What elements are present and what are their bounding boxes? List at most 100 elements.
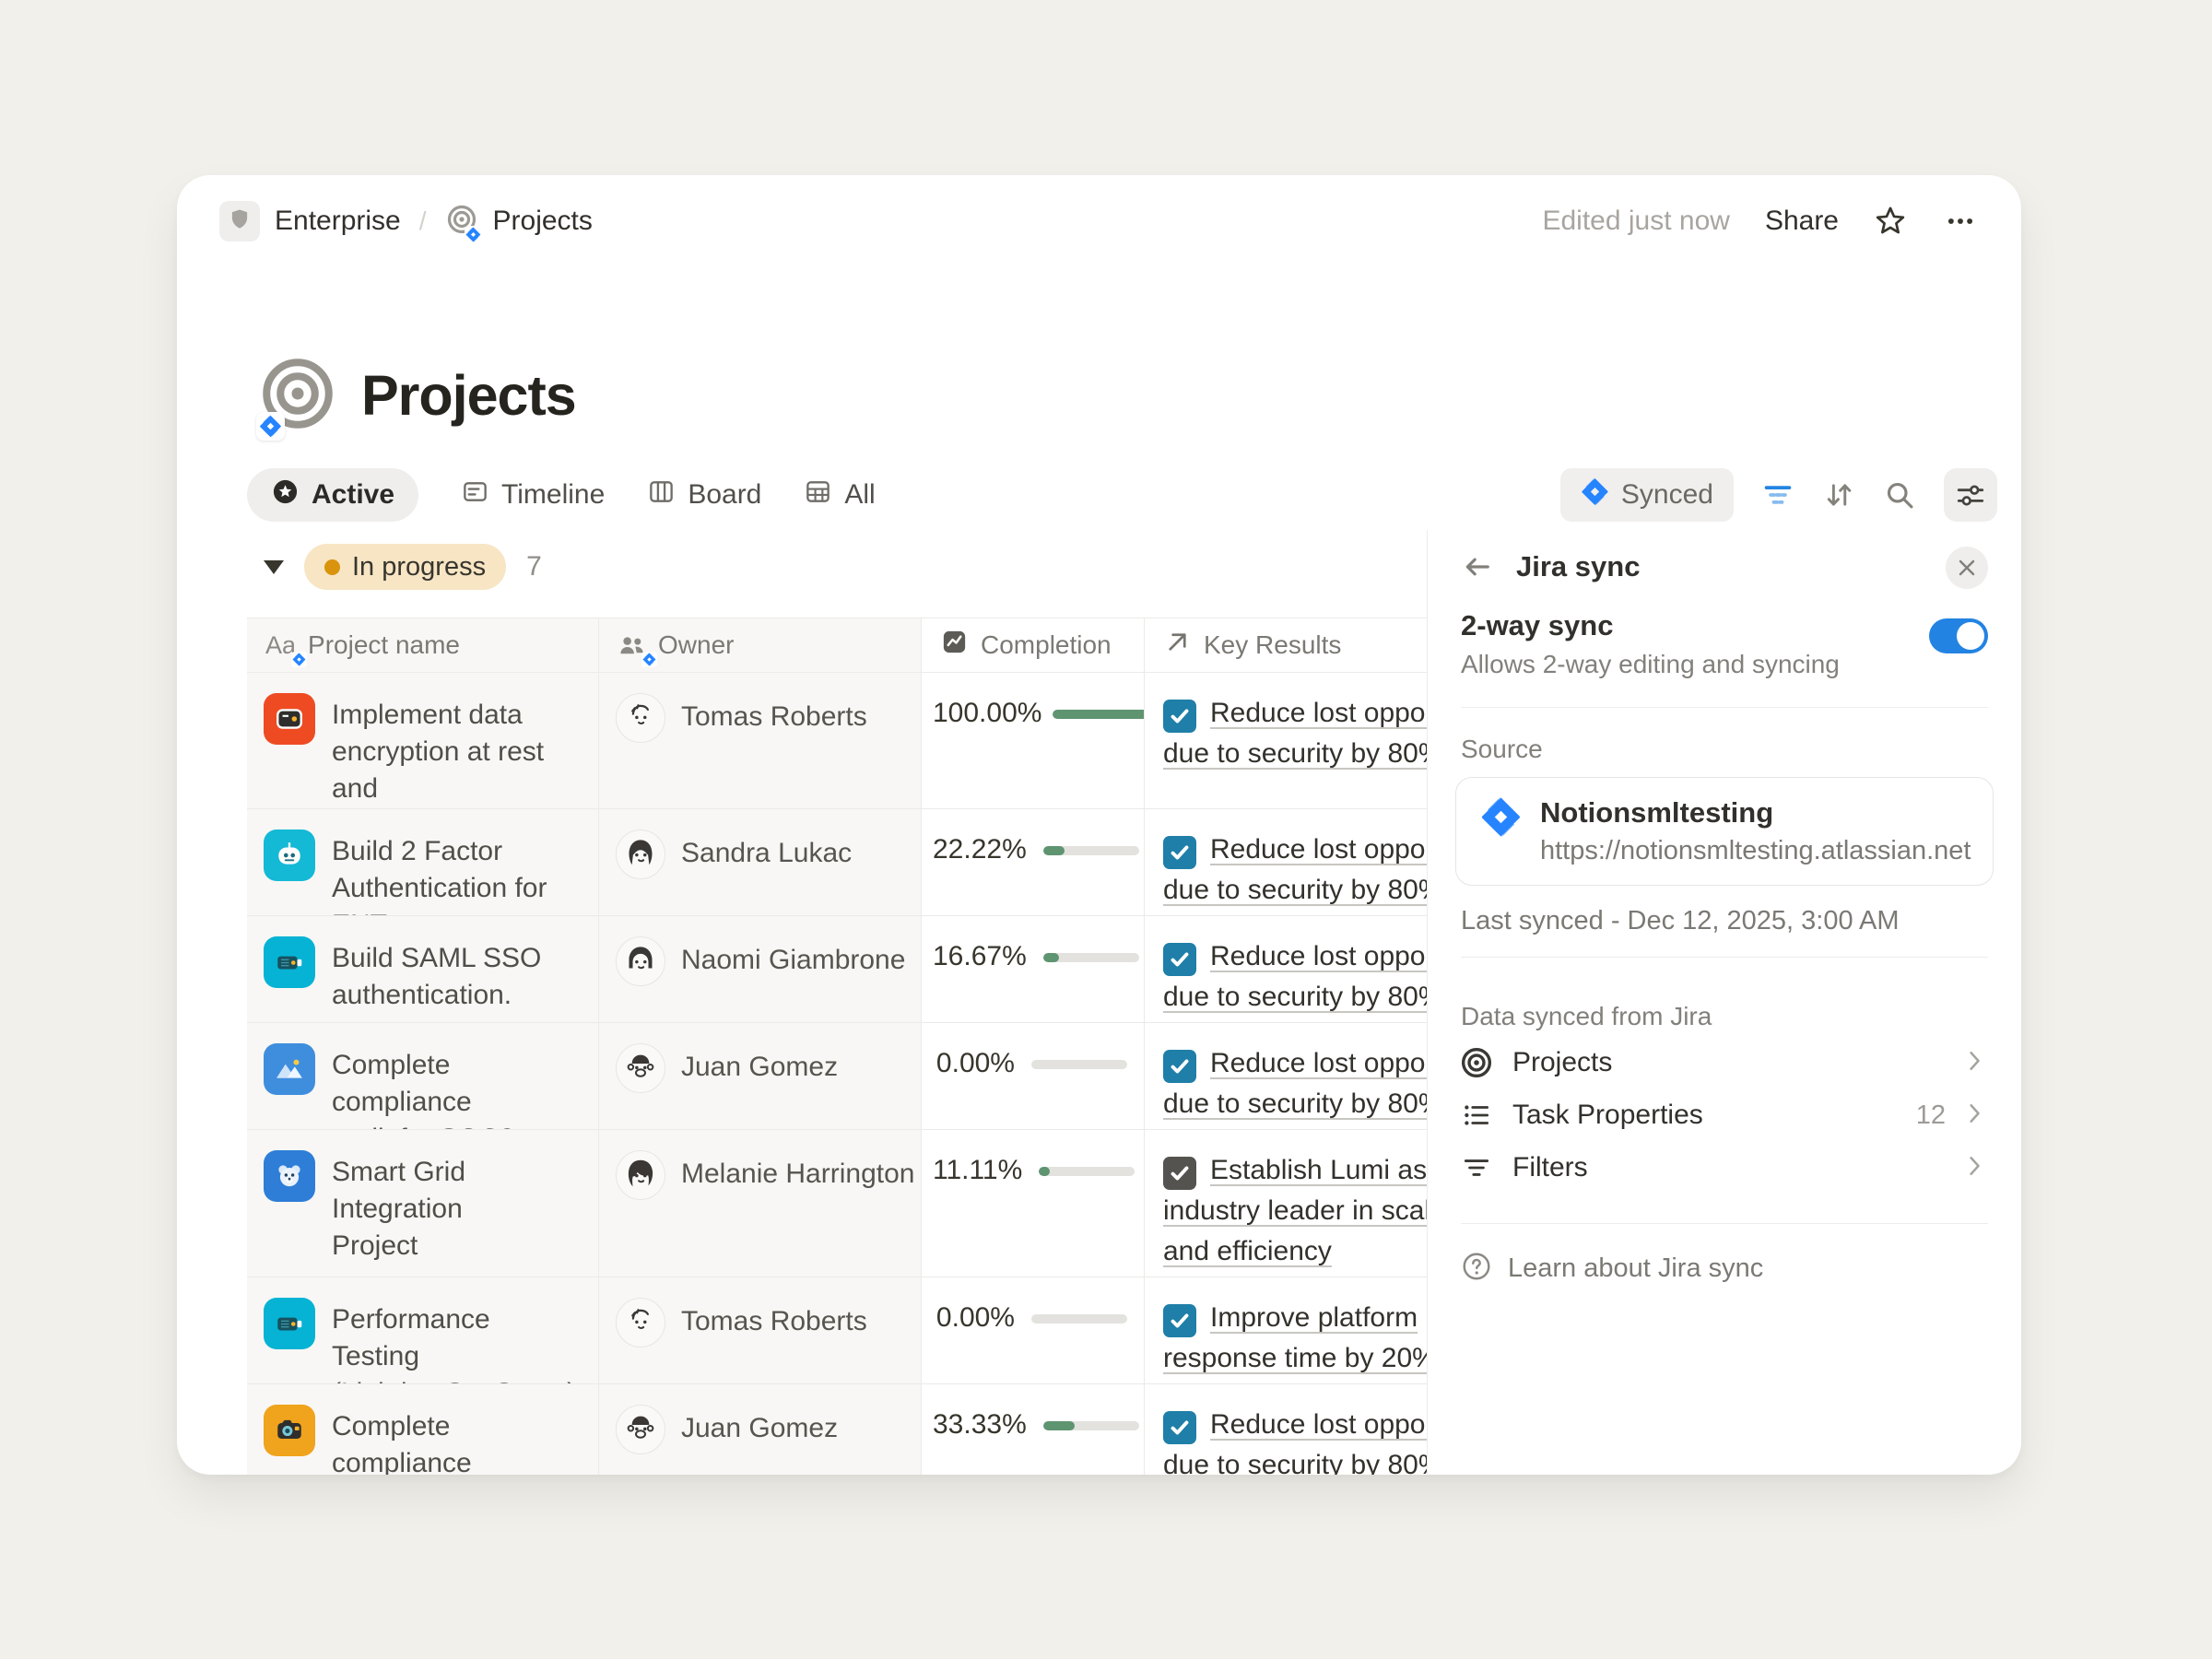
panel-item-task-properties[interactable]: Task Properties 12 [1461,1089,1988,1141]
progress-bar-fill [1039,1167,1050,1176]
key-result-checkbox[interactable] [1163,700,1196,733]
mountain-blue-project-icon [264,1043,315,1095]
key-result-checkbox[interactable] [1163,943,1196,976]
project-name-cell[interactable]: Smart Grid Integration Project [247,1130,599,1277]
synced-button[interactable]: Synced [1560,468,1734,522]
workspace-shield-icon[interactable] [219,201,260,241]
key-result-checkbox[interactable] [1163,1050,1196,1083]
column-header-project-name[interactable]: Aa Project name [247,618,599,672]
key-result-checkbox[interactable] [1163,1411,1196,1444]
filter-icon[interactable] [1761,478,1794,512]
key-result-checkbox[interactable] [1163,1304,1196,1337]
owner-cell[interactable]: Naomi Giambrone [599,916,922,1022]
project-name-cell[interactable]: Build 2 Factor Authentication for ENT [247,809,599,915]
avatar [616,1298,665,1347]
group-count: 7 [526,551,542,582]
project-name: Complete compliance audit for ISO27001 [332,1405,580,1475]
panel-item-projects[interactable]: Projects [1461,1037,1988,1088]
jira-badge-icon [291,652,307,667]
owner-cell[interactable]: Juan Gomez [599,1384,922,1475]
owner-name: Juan Gomez [681,1052,838,1129]
progress-bar [1031,1060,1127,1069]
owner-cell[interactable]: Sandra Lukac [599,809,922,915]
learn-link[interactable]: Learn about Jira sync [1461,1251,1988,1287]
progress-bar [1031,1314,1127,1324]
two-way-sync-toggle[interactable] [1929,618,1988,653]
project-name-cell[interactable]: Complete compliance audit for ISO27001 [247,1384,599,1475]
owner-cell[interactable]: Melanie Harrington [599,1130,922,1277]
project-name-cell[interactable]: Implement data encryption at rest and in… [247,673,599,808]
project-name: Implement data encryption at rest and in… [332,693,580,808]
column-header-owner[interactable]: Owner [599,618,922,672]
source-card[interactable]: Notionsmltesting https://notionsmltestin… [1455,777,1994,886]
avatar [616,830,665,879]
desktop: { "topbar": { "workspace": "Enterprise",… [0,0,2212,1659]
breadcrumb: Enterprise / Projects [219,201,593,241]
completion-cell[interactable]: 0.00% [922,1277,1145,1383]
completion-cell[interactable]: 22.22% [922,809,1145,915]
favorite-star-icon[interactable] [1874,205,1907,238]
key-result-checkbox[interactable] [1163,836,1196,869]
tab-timeline[interactable]: Timeline [461,477,605,513]
view-toolbar: Synced [1560,468,1997,522]
jira-sync-panel: Jira sync 2-way sync Allows 2-way editin… [1427,530,2021,1475]
star-circle-icon [271,477,300,513]
source-name: Notionsmltesting [1540,796,1971,830]
jira-badge-icon [256,412,285,441]
project-name: Smart Grid Integration Project [332,1150,580,1277]
close-icon[interactable] [1946,547,1988,589]
jira-badge-icon [465,226,482,243]
last-synced-status: Last synced - Dec 12, 2025, 3:00 AM [1461,906,1988,936]
owner-cell[interactable]: Juan Gomez [599,1023,922,1129]
key-result-link[interactable]: Improve platform response time by 20% [1163,1302,1437,1373]
more-options-icon[interactable] [1942,205,1979,238]
two-way-sync-description: Allows 2-way editing and syncing [1461,650,1988,679]
page-title: Projects [361,363,576,428]
chevron-right-icon [1962,1100,1988,1131]
project-name-cell[interactable]: Performance Testing (Lighting SaaS app) [247,1277,599,1383]
jira-badge-icon [641,652,657,667]
chip-cyan-project-icon [264,1298,315,1349]
completion-cell[interactable]: 100.00% [922,673,1145,808]
view-settings-icon[interactable] [1944,468,1997,522]
status-badge[interactable]: In progress [304,544,506,590]
back-arrow-icon[interactable] [1461,550,1494,583]
breadcrumb-workspace[interactable]: Enterprise [275,206,401,237]
panel-title: Jira sync [1516,550,1640,583]
tab-active[interactable]: Active [247,468,418,522]
tab-all[interactable]: All [804,477,875,513]
page-icon[interactable] [258,356,337,435]
project-name-cell[interactable]: Build SAML SSO authentication. [247,916,599,1022]
completion-cell[interactable]: 11.11% [922,1130,1145,1277]
panel-header: Jira sync [1461,550,1988,583]
chevron-right-icon [1962,1048,1988,1078]
progress-bar [1039,1167,1135,1176]
tab-board[interactable]: Board [647,477,761,513]
search-icon[interactable] [1883,478,1916,512]
progress-bar [1053,710,1145,719]
jira-icon [1480,796,1522,842]
owner-name: Melanie Harrington [681,1159,914,1277]
edited-status: Edited just now [1542,206,1729,237]
key-result-checkbox[interactable] [1163,1157,1196,1190]
project-name-cell[interactable]: Complete compliance audit for SOC2 [247,1023,599,1129]
filter-lines-icon [1461,1152,1498,1183]
owner-name: Tomas Roberts [681,701,867,808]
owner-cell[interactable]: Tomas Roberts [599,673,922,808]
people-icon [618,631,646,660]
completion-value: 22.22% [933,831,1027,868]
project-name: Complete compliance audit for SOC2 [332,1043,580,1129]
completion-cell[interactable]: 33.33% [922,1384,1145,1475]
panel-item-filters[interactable]: Filters [1461,1142,1988,1194]
breadcrumb-page[interactable]: Projects [493,206,593,237]
sort-icon[interactable] [1822,478,1855,512]
project-name: Build 2 Factor Authentication for ENT [332,830,580,915]
collapse-triangle-icon[interactable] [264,560,284,574]
owner-cell[interactable]: Tomas Roberts [599,1277,922,1383]
column-header-completion[interactable]: Completion [922,618,1145,672]
progress-bar [1043,953,1139,962]
completion-cell[interactable]: 0.00% [922,1023,1145,1129]
share-button[interactable]: Share [1765,206,1839,237]
completion-cell[interactable]: 16.67% [922,916,1145,1022]
timeline-icon [461,477,489,513]
